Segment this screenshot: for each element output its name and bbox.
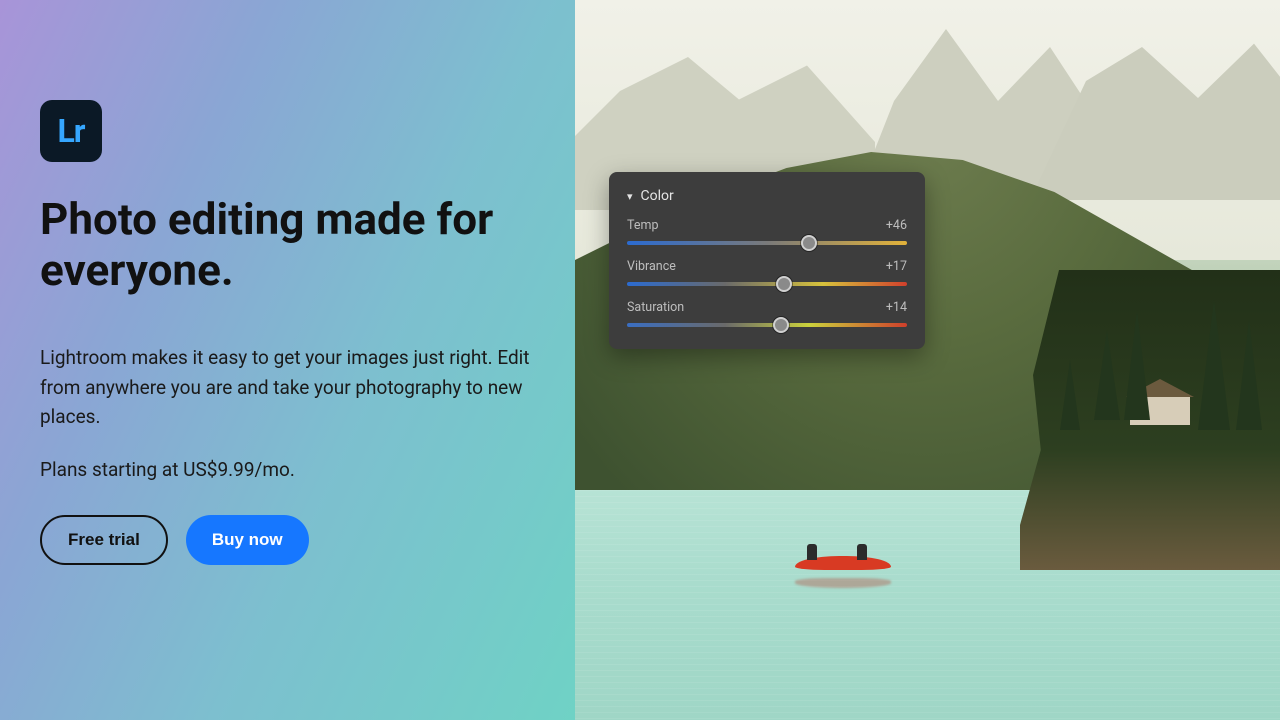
- landing-page: Lr Photo editing made for everyone. Ligh…: [0, 0, 1280, 720]
- canoe-reflection: [795, 578, 891, 588]
- vibrance-slider[interactable]: Vibrance +17: [627, 259, 907, 286]
- slider-thumb[interactable]: [773, 317, 789, 333]
- chevron-down-icon: ▾: [627, 190, 633, 203]
- slider-value: +17: [886, 259, 907, 274]
- plans-line: Plans starting at US$9.99/mo.: [40, 458, 545, 481]
- slider-value: +46: [886, 218, 907, 233]
- hero-subcopy: Lightroom makes it easy to get your imag…: [40, 343, 545, 431]
- hero-left: Lr Photo editing made for everyone. Ligh…: [0, 0, 575, 720]
- color-panel-header[interactable]: ▾ Color: [627, 188, 907, 204]
- slider-track[interactable]: [627, 282, 907, 286]
- slider-thumb[interactable]: [776, 276, 792, 292]
- slider-label: Temp: [627, 218, 658, 233]
- saturation-slider[interactable]: Saturation +14: [627, 300, 907, 327]
- slider-value: +14: [886, 300, 907, 315]
- slider-label: Saturation: [627, 300, 684, 315]
- cta-row: Free trial Buy now: [40, 515, 545, 565]
- hero-image: ▾ Color Temp +46 Vibrance +17: [575, 0, 1280, 720]
- logo-text: Lr: [57, 112, 84, 150]
- hero-headline: Photo editing made for everyone.: [40, 194, 545, 295]
- color-panel-title: Color: [641, 188, 674, 204]
- canoe-icon: [795, 556, 891, 570]
- lightroom-logo-icon: Lr: [40, 100, 102, 162]
- buy-now-button[interactable]: Buy now: [186, 515, 309, 565]
- color-panel: ▾ Color Temp +46 Vibrance +17: [609, 172, 925, 349]
- slider-thumb[interactable]: [801, 235, 817, 251]
- slider-track[interactable]: [627, 323, 907, 327]
- slider-track[interactable]: [627, 241, 907, 245]
- temp-slider[interactable]: Temp +46: [627, 218, 907, 245]
- slider-label: Vibrance: [627, 259, 676, 274]
- free-trial-button[interactable]: Free trial: [40, 515, 168, 565]
